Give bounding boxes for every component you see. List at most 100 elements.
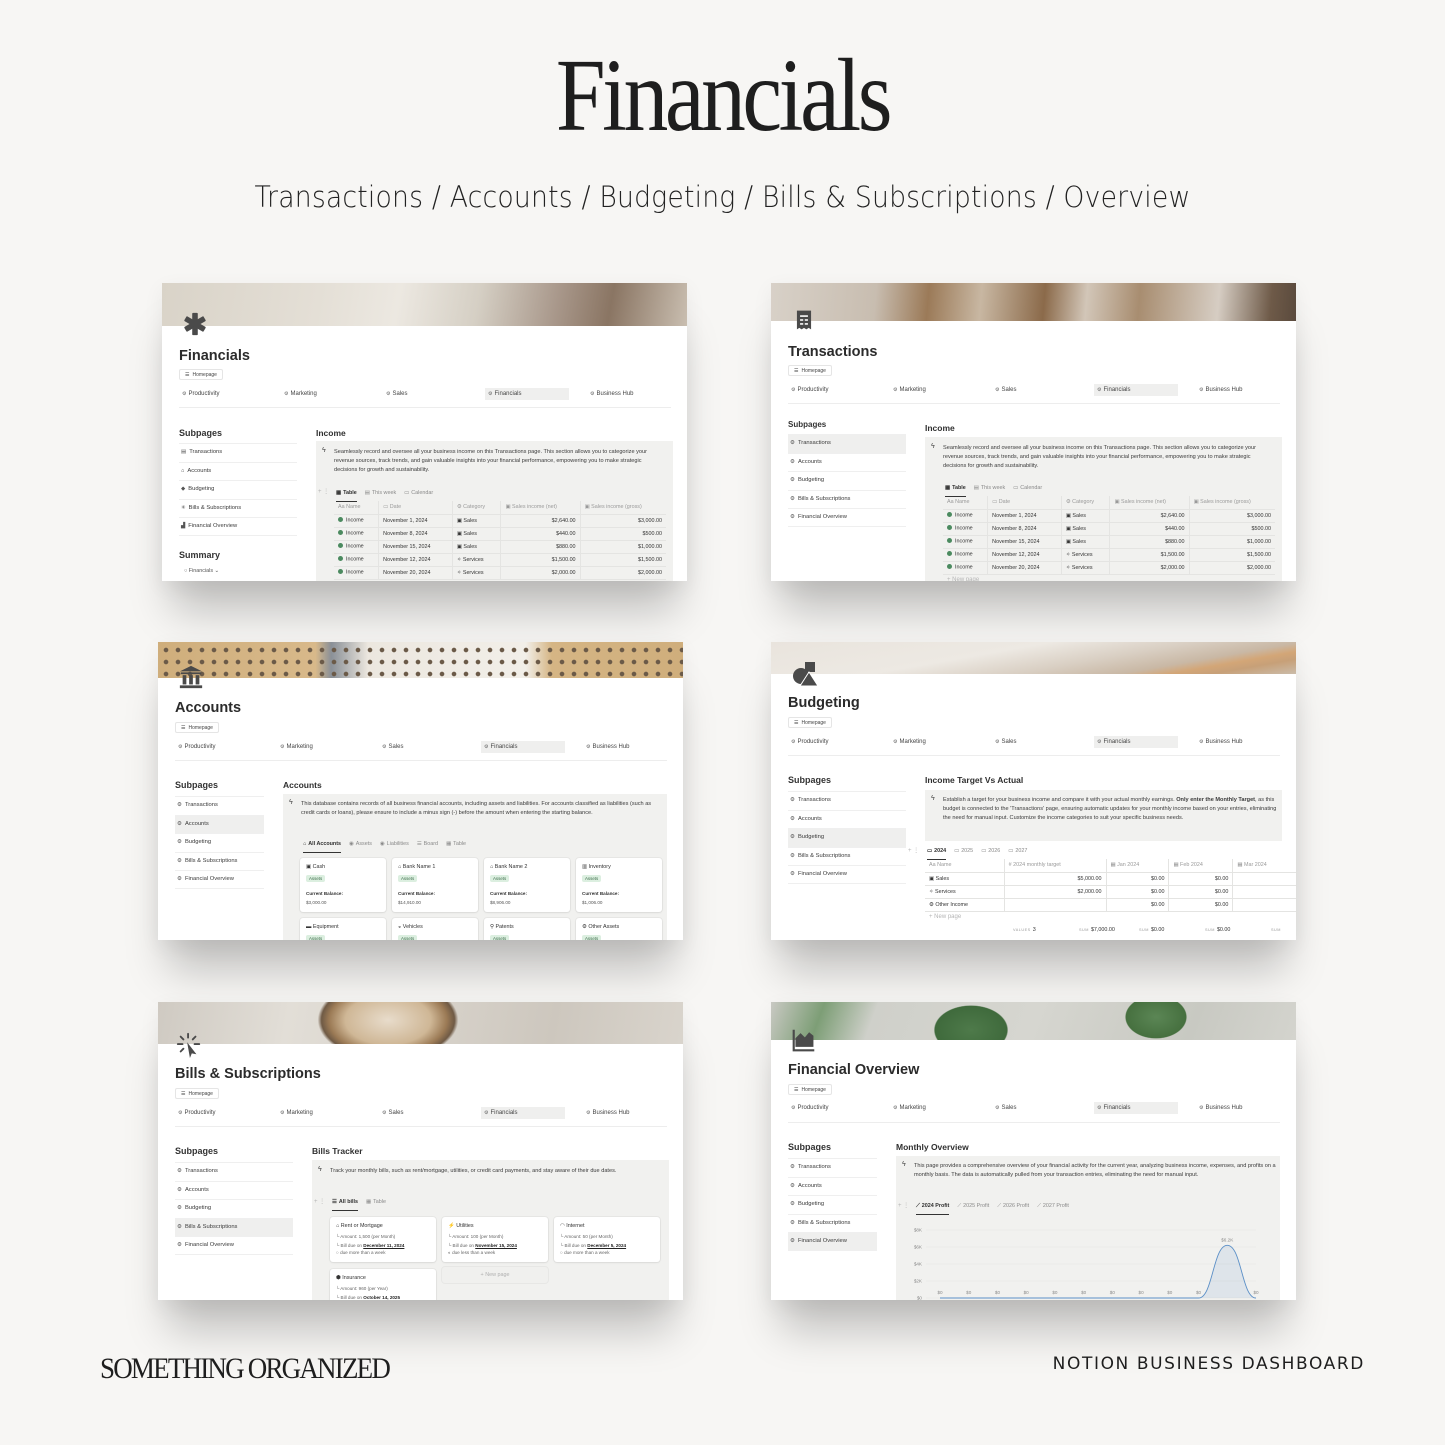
add-block-handle[interactable]: + ⋮ — [318, 488, 329, 495]
tab-2027[interactable]: ▭ 2027 — [1008, 846, 1027, 858]
subpage-budgeting[interactable]: ⚙ Budgeting — [175, 833, 264, 852]
table-row[interactable]: Income November 12, 2024 ✧ Services $1,5… — [334, 553, 666, 567]
table-row[interactable]: Income November 20, 2024 ✧ Services $2,0… — [943, 561, 1275, 575]
tab-this-week[interactable]: ▤ This week — [974, 483, 1005, 495]
nav-productivity[interactable]: ⚙ Productivity — [179, 388, 223, 400]
account-card[interactable]: ▬ Equipment Assets — [300, 918, 386, 940]
table-row[interactable]: Income November 15, 2024 ▣ Sales $880.00… — [943, 535, 1275, 549]
subpage-overview[interactable]: ⚙ Financial Overview — [788, 865, 906, 884]
column-header[interactable]: Aa Name — [943, 496, 989, 510]
nav-productivity[interactable]: ⚙ Productivity — [788, 384, 832, 396]
subpage-accounts[interactable]: ⚙ Accounts — [175, 1180, 293, 1200]
table-row[interactable]: Income November 1, 2024 ▣ Sales $2,640.0… — [943, 509, 1275, 523]
homepage-link[interactable]: ☰ Homepage — [175, 722, 219, 733]
tab-table[interactable]: ▦ Table — [336, 488, 357, 502]
nav-business-hub[interactable]: ⚙ Business Hub — [583, 1107, 633, 1119]
tab-liabilities[interactable]: ◉ Liabilities — [380, 839, 409, 851]
tab-table[interactable]: ▦ Table — [945, 483, 966, 497]
column-header[interactable]: ⚙ Category — [452, 501, 502, 515]
nav-business-hub[interactable]: ⚙ Business Hub — [1196, 384, 1246, 396]
nav-marketing[interactable]: ⚙ Marketing — [890, 736, 929, 748]
bill-card[interactable]: ⬢ Insurance └ Amount: 960 (per Year) └ B… — [330, 1269, 436, 1300]
add-block-handle[interactable]: + ⋮ — [314, 1198, 325, 1205]
nav-marketing[interactable]: ⚙ Marketing — [890, 384, 929, 396]
tab-table[interactable]: ▦ Table — [366, 1197, 386, 1209]
nav-marketing[interactable]: ⚙ Marketing — [890, 1102, 929, 1114]
tab-calendar[interactable]: ▭ Calendar — [1013, 483, 1042, 495]
nav-financials[interactable]: ⚙ Financials — [481, 1107, 565, 1119]
subpage-transactions[interactable]: ⚙ Transactions — [788, 1158, 877, 1177]
subpage-bills[interactable]: ⚙ Bills & Subscriptions — [788, 1213, 877, 1233]
subpage-overview[interactable]: ▟ Financial Overview — [179, 517, 297, 536]
account-card[interactable]: ⚲ Patents Assets — [484, 918, 570, 940]
new-page-button[interactable]: + New page — [947, 577, 979, 581]
tab-assets[interactable]: ◉ Assets — [349, 839, 372, 851]
tab-this-week[interactable]: ▤ This week — [365, 488, 396, 500]
table-row[interactable]: Income November 1, 2024 ▣ Sales $2,640.0… — [334, 514, 666, 528]
nav-sales[interactable]: ⚙ Sales — [992, 1102, 1020, 1114]
subpage-bills[interactable]: ⚙ Bills & Subscriptions — [175, 1217, 293, 1236]
account-card[interactable]: ⌂ Bank Name 1 Assets Current Balance: $14… — [392, 858, 478, 912]
column-header[interactable]: ▣ Sales income (net) — [500, 501, 581, 515]
column-header[interactable]: Aa Name — [334, 501, 380, 515]
column-header[interactable]: ▦ Mar 2024 — [1232, 859, 1296, 873]
tab-all-bills[interactable]: ☰ All bills — [332, 1197, 359, 1211]
nav-financials[interactable]: ⚙ Financials — [1094, 736, 1178, 748]
tab-board[interactable]: ☰ Board — [417, 839, 438, 851]
nav-financials[interactable]: ⚙ Financials — [485, 388, 569, 400]
subpage-accounts[interactable]: ⚙ Accounts — [788, 452, 906, 472]
homepage-link[interactable]: ☰ Homepage — [175, 1088, 219, 1099]
subpage-bills[interactable]: ⚙ Bills & Subscriptions — [788, 489, 906, 509]
subpage-bills[interactable]: ⚙ Bills & Subscriptions — [788, 846, 906, 866]
subpage-accounts[interactable]: ⚙ Accounts — [788, 1176, 877, 1196]
subpage-accounts[interactable]: ⌂ Accounts — [179, 461, 297, 481]
nav-sales[interactable]: ⚙ Sales — [383, 388, 411, 400]
nav-productivity[interactable]: ⚙ Productivity — [175, 741, 219, 753]
tab-2025-profit[interactable]: ⟋ 2025 Profit — [957, 1201, 989, 1213]
subpage-budgeting[interactable]: ◆ Budgeting — [179, 480, 297, 499]
table-row[interactable]: Income November 15, 2024 ▣ Sales $880.00… — [334, 540, 666, 554]
subpage-overview[interactable]: ⚙ Financial Overview — [175, 1236, 293, 1255]
subpage-transactions[interactable]: ▤ Transactions — [179, 443, 297, 462]
nav-productivity[interactable]: ⚙ Productivity — [788, 736, 832, 748]
table-row[interactable]: ⚙ Other Income $0.00 $0.00 — [925, 898, 1296, 912]
add-block-handle[interactable]: + ⋮ — [908, 847, 919, 854]
account-card[interactable]: ⚙ Other Assets Assets — [576, 918, 662, 940]
column-header[interactable]: ▣ Sales income (net) — [1109, 496, 1190, 510]
subpage-transactions[interactable]: ⚙ Transactions — [788, 791, 906, 810]
subpage-transactions[interactable]: ⚙ Transactions — [175, 796, 264, 815]
tab-2024[interactable]: ▭ 2024 — [927, 846, 947, 860]
nav-business-hub[interactable]: ⚙ Business Hub — [1196, 736, 1246, 748]
subpage-overview[interactable]: ⚙ Financial Overview — [175, 870, 264, 889]
bill-card[interactable]: ⌂ Rent or Mortgage └ Amount: 1,500 (per … — [330, 1217, 436, 1262]
nav-sales[interactable]: ⚙ Sales — [992, 384, 1020, 396]
nav-sales[interactable]: ⚙ Sales — [379, 1107, 407, 1119]
subpage-budgeting[interactable]: ⚙ Budgeting — [788, 471, 906, 490]
subpage-overview[interactable]: ⚙ Financial Overview — [788, 508, 906, 527]
column-header[interactable]: ▦ Jan 2024 — [1106, 859, 1170, 873]
tab-2024-profit[interactable]: ⟋ 2024 Profit — [916, 1201, 950, 1215]
column-header[interactable]: ▭ Date — [378, 501, 453, 515]
nav-productivity[interactable]: ⚙ Productivity — [175, 1107, 219, 1119]
account-card[interactable]: ▣ Cash Assets Current Balance: $3,000.00 — [300, 858, 386, 912]
bill-card[interactable]: ⚡ Utilities └ Amount: 100 (per Month) └ … — [442, 1217, 548, 1262]
column-header[interactable]: ▣ Sales income (gross) — [580, 501, 666, 515]
nav-business-hub[interactable]: ⚙ Business Hub — [1196, 1102, 1246, 1114]
subpage-accounts[interactable]: ⚙ Accounts — [175, 814, 264, 833]
column-header[interactable]: Aa Name — [925, 859, 1005, 873]
table-row[interactable]: ▣ Sales $5,000.00 $0.00 $0.00 — [925, 872, 1296, 886]
subpage-budgeting[interactable]: ⚙ Budgeting — [175, 1199, 293, 1218]
subpage-overview[interactable]: ⚙ Financial Overview — [788, 1232, 877, 1251]
homepage-link[interactable]: ☰ Homepage — [179, 369, 223, 380]
nav-sales[interactable]: ⚙ Sales — [992, 736, 1020, 748]
nav-marketing[interactable]: ⚙ Marketing — [281, 388, 320, 400]
homepage-link[interactable]: ☰ Homepage — [788, 717, 832, 728]
table-row[interactable]: Income November 12, 2024 ✧ Services $1,5… — [943, 548, 1275, 562]
column-header[interactable]: ▦ Feb 2024 — [1168, 859, 1234, 873]
nav-business-hub[interactable]: ⚙ Business Hub — [587, 388, 637, 400]
subpage-budgeting[interactable]: ⚙ Budgeting — [788, 828, 906, 847]
column-header[interactable]: ▭ Date — [987, 496, 1062, 510]
account-card[interactable]: ⌂ Bank Name 2 Assets Current Balance: $8,… — [484, 858, 570, 912]
new-page-card[interactable]: + New page — [442, 1267, 548, 1283]
nav-productivity[interactable]: ⚙ Productivity — [788, 1102, 832, 1114]
